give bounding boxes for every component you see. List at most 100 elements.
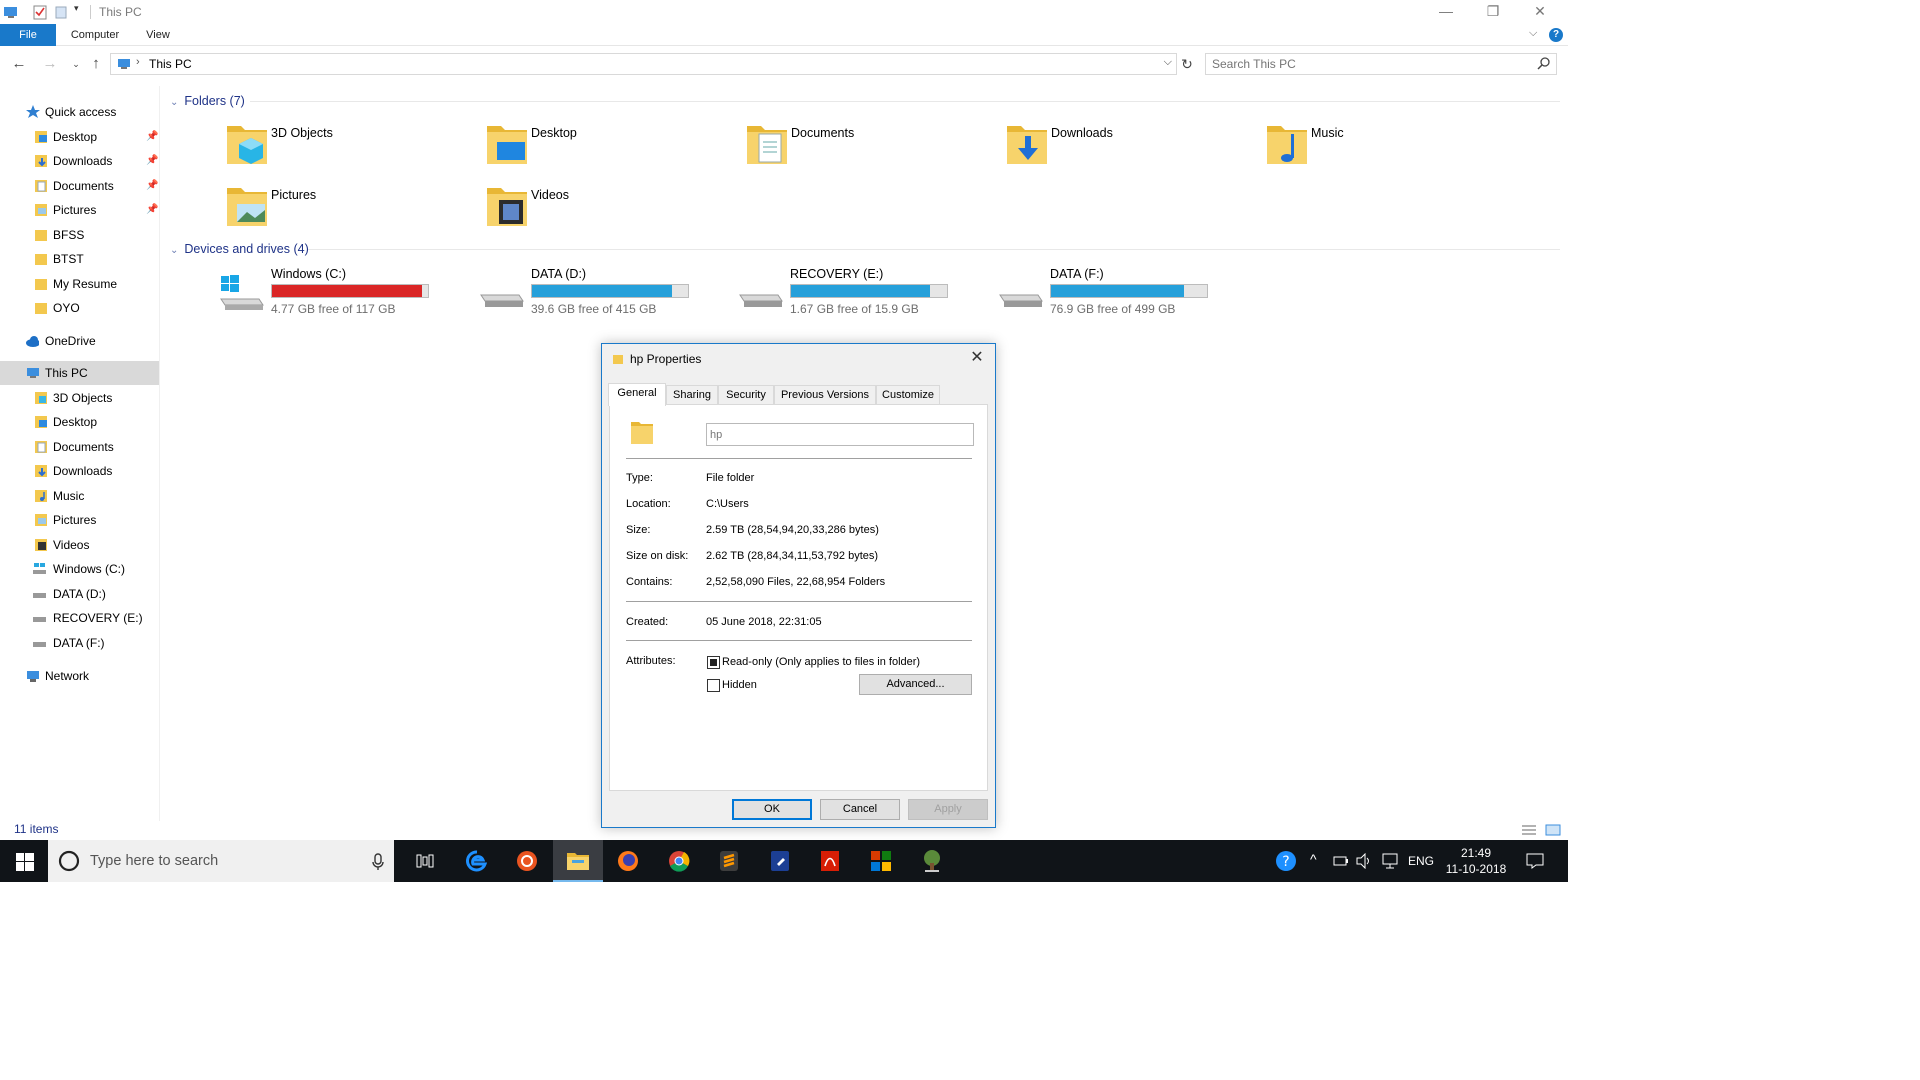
large-icons-view-icon[interactable]: [1545, 824, 1561, 836]
drive-e[interactable]: RECOVERY (E:) 1.67 GB free of 15.9 GB: [738, 267, 998, 323]
refresh-icon[interactable]: ↻: [1177, 54, 1197, 74]
details-view-icon[interactable]: [1521, 824, 1537, 836]
sidebar-item-drive-f[interactable]: DATA (F:): [0, 631, 159, 655]
tab-customize[interactable]: Customize: [876, 385, 940, 405]
sidebar-item-drive-e[interactable]: RECOVERY (E:): [0, 606, 159, 630]
tab-file[interactable]: File: [0, 24, 56, 46]
sidebar-item-desktop[interactable]: Desktop 📌: [0, 125, 159, 149]
windows-start-icon[interactable]: [16, 853, 34, 871]
sidebar-item-drive-d[interactable]: DATA (D:): [0, 582, 159, 606]
ubuntu-app-button[interactable]: [502, 840, 552, 882]
language-indicator[interactable]: ENG: [1408, 854, 1434, 868]
ok-button[interactable]: OK: [732, 799, 812, 820]
taskbar-search-box[interactable]: Type here to search: [48, 840, 394, 882]
pin-icon[interactable]: 📌: [146, 198, 158, 222]
minimize-button[interactable]: —: [1423, 0, 1469, 24]
sidebar-item-bfss[interactable]: BFSS: [0, 223, 159, 247]
pin-icon[interactable]: 📌: [146, 125, 158, 149]
maximize-button[interactable]: ❐: [1470, 0, 1516, 24]
clock[interactable]: 21:49 11-10-2018: [1442, 845, 1510, 877]
close-dialog-button[interactable]: ✕: [959, 344, 995, 372]
pin-icon[interactable]: 📌: [146, 149, 158, 173]
drives-section-header[interactable]: ⌄ Devices and drives (4): [170, 242, 309, 256]
up-arrow-icon[interactable]: ↑: [86, 54, 106, 74]
drive-f[interactable]: DATA (F:) 76.9 GB free of 499 GB: [998, 267, 1258, 323]
sidebar-item-onedrive[interactable]: OneDrive: [0, 329, 159, 353]
sidebar-item-documents[interactable]: Documents 📌: [0, 174, 159, 198]
sidebar-item-documents-pc[interactable]: Documents: [0, 435, 159, 459]
sidebar-item-pictures[interactable]: Pictures 📌: [0, 198, 159, 222]
folder-documents[interactable]: Documents: [745, 120, 1005, 176]
tab-security[interactable]: Security: [718, 385, 774, 405]
sidebar-item-network[interactable]: Network: [0, 664, 159, 688]
acrobat-app-button[interactable]: [805, 840, 855, 882]
close-window-button[interactable]: ✕: [1517, 0, 1563, 24]
collapse-chevron-icon[interactable]: ⌄: [170, 245, 178, 256]
network-tray-icon[interactable]: [1381, 853, 1399, 869]
folder-downloads[interactable]: Downloads: [1005, 120, 1265, 176]
breadcrumb-chevron-icon[interactable]: ›: [136, 56, 140, 68]
folder-3d-objects[interactable]: 3D Objects: [225, 120, 485, 176]
folder-desktop[interactable]: Desktop: [485, 120, 745, 176]
sidebar-item-3d-objects[interactable]: 3D Objects: [0, 386, 159, 410]
hidden-checkbox[interactable]: [707, 679, 720, 692]
customize-toolbar-chevron-icon[interactable]: ▾: [74, 3, 79, 19]
expand-ribbon-chevron-icon[interactable]: ⌵: [1529, 27, 1537, 40]
apply-button[interactable]: Apply: [908, 799, 988, 820]
sidebar-item-quick-access[interactable]: Quick access: [0, 100, 159, 124]
address-bar[interactable]: › This PC ⌵: [110, 53, 1177, 75]
show-hidden-icons-chevron-icon[interactable]: ^: [1310, 851, 1317, 867]
new-folder-icon[interactable]: [55, 4, 67, 20]
sidebar-item-this-pc[interactable]: This PC: [0, 361, 159, 385]
chrome-app-button[interactable]: [654, 840, 704, 882]
edge-app-button[interactable]: [452, 840, 502, 882]
tab-previous-versions[interactable]: Previous Versions: [774, 385, 876, 405]
volume-icon[interactable]: [1356, 853, 1372, 869]
advanced-button[interactable]: Advanced...: [859, 674, 972, 695]
sublime-app-button[interactable]: [704, 840, 754, 882]
folder-name-field[interactable]: [706, 423, 974, 446]
firefox-app-button[interactable]: [603, 840, 653, 882]
file-explorer-app-button[interactable]: [553, 840, 603, 882]
action-center-icon[interactable]: [1526, 853, 1544, 869]
sidebar-item-music[interactable]: Music: [0, 484, 159, 508]
pin-icon[interactable]: 📌: [146, 174, 158, 198]
sidebar-item-desktop-pc[interactable]: Desktop: [0, 410, 159, 434]
help-icon[interactable]: ?: [1549, 28, 1563, 42]
folder-music[interactable]: Music: [1265, 120, 1525, 176]
sidebar-item-drive-c[interactable]: Windows (C:): [0, 557, 159, 581]
forward-arrow-icon[interactable]: →: [40, 54, 60, 74]
folders-section-header[interactable]: ⌄ Folders (7): [170, 94, 245, 108]
collapse-chevron-icon[interactable]: ⌄: [170, 97, 178, 108]
readonly-checkbox[interactable]: [707, 656, 720, 669]
office-app-button[interactable]: [856, 840, 906, 882]
microphone-icon[interactable]: [372, 853, 384, 871]
address-dropdown-chevron-icon[interactable]: ⌵: [1164, 56, 1172, 69]
tree-app-button[interactable]: [906, 840, 956, 882]
search-icon[interactable]: [1537, 57, 1550, 70]
recent-locations-chevron-icon[interactable]: ⌄: [66, 54, 86, 74]
folder-pictures[interactable]: Pictures: [225, 182, 485, 238]
drive-d[interactable]: DATA (D:) 39.6 GB free of 415 GB: [479, 267, 739, 323]
folder-videos[interactable]: Videos: [485, 182, 745, 238]
sidebar-item-pictures-pc[interactable]: Pictures: [0, 508, 159, 532]
sidebar-item-oyo[interactable]: OYO: [0, 296, 159, 320]
tab-computer[interactable]: Computer: [64, 24, 126, 46]
app-button[interactable]: [755, 840, 805, 882]
cancel-button[interactable]: Cancel: [820, 799, 900, 820]
task-view-button[interactable]: [400, 840, 450, 882]
sidebar-item-btst[interactable]: BTST: [0, 247, 159, 271]
search-box[interactable]: [1205, 53, 1557, 75]
properties-icon[interactable]: [33, 4, 47, 20]
tab-view[interactable]: View: [138, 24, 178, 46]
sidebar-item-my-resume[interactable]: My Resume: [0, 272, 159, 296]
sidebar-item-downloads-pc[interactable]: Downloads: [0, 459, 159, 483]
sidebar-item-downloads[interactable]: Downloads 📌: [0, 149, 159, 173]
tab-sharing[interactable]: Sharing: [666, 385, 718, 405]
drive-c[interactable]: Windows (C:) 4.77 GB free of 117 GB: [219, 267, 479, 323]
search-input[interactable]: [1206, 54, 1526, 74]
back-arrow-icon[interactable]: ←: [9, 54, 29, 74]
power-icon[interactable]: [1333, 854, 1349, 868]
tab-general[interactable]: General: [608, 383, 666, 406]
help-tray-icon[interactable]: ?: [1275, 850, 1297, 872]
